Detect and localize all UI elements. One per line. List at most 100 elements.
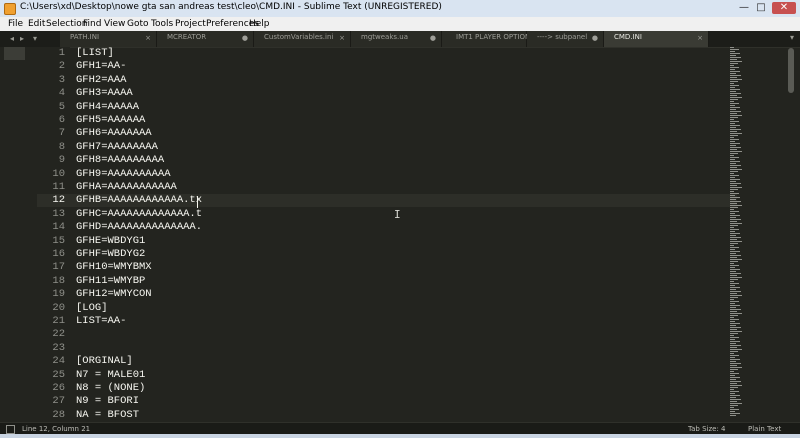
close-window-button[interactable]: ✕ [772,2,796,14]
minimap-line [730,137,734,138]
tab-close-icon[interactable]: × [697,34,703,42]
code-line: GFHE=WBDYG1 [76,234,146,247]
tab-imt1-player-options[interactable]: IMT1 PLAYER OPTIONS [442,31,535,47]
menu-selection[interactable]: Selection [46,17,87,31]
minimap-line [730,337,739,338]
minimap-line [730,113,737,114]
minimap-line [730,353,734,354]
minimap-line [730,243,738,244]
minimap-line [730,91,736,92]
minimap-line [730,151,742,152]
tab-close-icon[interactable]: × [339,34,345,42]
line-number: 12 [52,194,65,207]
minimap-line [730,219,741,220]
menu-tools[interactable]: Tools [151,17,173,31]
minimap-line [730,267,735,268]
minimap-line [730,303,735,304]
minimap-line [730,147,741,148]
minimap-line [730,299,734,300]
minimap-line [730,173,734,174]
minimap-line [730,161,740,162]
minimap-line [730,399,741,400]
title-bar: C:\Users\xd\Desktop\nowe gta san andreas… [0,0,800,18]
minimap-line [730,89,740,90]
scrollbar-thumb[interactable] [788,48,794,93]
minimap-line [730,227,734,228]
panel-toggle-icon[interactable] [6,425,15,434]
minimap-line [730,175,739,176]
minimap-line [730,81,738,82]
menu-file[interactable]: File [8,17,23,31]
tab-path-ini[interactable]: PATH.INI × [60,31,157,47]
menu-edit[interactable]: Edit [28,17,45,31]
tab-dirty-icon[interactable]: ● [592,34,598,42]
tab-cmd-ini[interactable]: CMD.INI × [604,31,709,47]
minimap-line [730,397,736,398]
code-line: GFH1=AA- [76,60,127,73]
nav-forward-icon[interactable]: ▸ [20,32,24,46]
minimap-line [730,367,742,368]
minimap-line [730,129,741,130]
minimap-line [730,273,741,274]
minimap-line [730,291,741,292]
minimap-line [730,375,735,376]
menu-project[interactable]: Project [175,17,206,31]
code-line: GFH8=AAAAAAAAA [76,154,165,167]
minimap-line [730,157,739,158]
vertical-scrollbar[interactable] [788,48,794,420]
code-line: GFH4=AAAAA [76,100,140,113]
code-line: GFHF=WBDYG2 [76,248,146,260]
minimap-line [730,217,736,218]
minimap-line [730,355,739,356]
code-line: GFH5=AAAAAA [76,114,146,126]
line-number: 11 [52,181,65,193]
tab-customvariables[interactable]: CustomVariables.ini × [254,31,351,47]
minimap-line [730,309,741,310]
minimap-line [730,261,738,262]
minimap-line [730,323,740,324]
minimap-line [730,47,734,48]
tab-dirty-icon[interactable]: ● [430,34,436,42]
tab-mcreator[interactable]: MCREATOR ● [157,31,254,47]
line-number: 6 [58,114,65,126]
minimap-line [730,65,734,66]
maximize-button[interactable]: □ [754,2,768,14]
line-number: 1 [58,47,65,59]
minimap-line [730,231,735,232]
nav-dropdown-icon[interactable]: ▾ [33,32,37,46]
minimap-line [730,279,738,280]
tab-subpanel[interactable]: ----> subpanel ● [527,31,604,47]
minimap-line [730,263,734,264]
line-number: 16 [52,248,65,260]
tab-dirty-icon[interactable]: ● [242,34,248,42]
minimap-line [730,401,737,402]
minimap-line [730,233,740,234]
minimap-line [730,251,740,252]
minimap-line [730,193,739,194]
minimap-line [730,305,740,306]
minimap-line [730,111,741,112]
tab-mgtweaks[interactable]: mgtweaks.ua ● [351,31,442,47]
minimap-line [730,143,740,144]
tab-close-icon[interactable]: × [145,34,151,42]
menu-find[interactable]: Find [83,17,101,31]
minimap-line [730,109,736,110]
minimap-line [730,301,739,302]
line-number: 19 [52,288,65,301]
code-line: GFH6=AAAAAAA [76,127,152,140]
line-number: 18 [52,274,65,287]
menu-view[interactable]: View [104,17,125,31]
tab-overflow-icon[interactable]: ▾ [790,33,794,42]
menu-help[interactable]: Help [249,17,270,31]
minimap-line [730,223,742,224]
minimap[interactable] [728,47,742,422]
nav-back-icon[interactable]: ◂ [10,32,14,46]
code-line: GFH10=WMYBMX [76,261,152,274]
minimap-line [730,395,740,396]
minimap-line [730,333,738,334]
minimap-line [730,271,736,272]
minimize-button[interactable]: — [737,2,751,14]
menu-goto[interactable]: Goto [127,17,149,31]
minimap-line [730,97,742,98]
line-number: 3 [58,73,65,86]
